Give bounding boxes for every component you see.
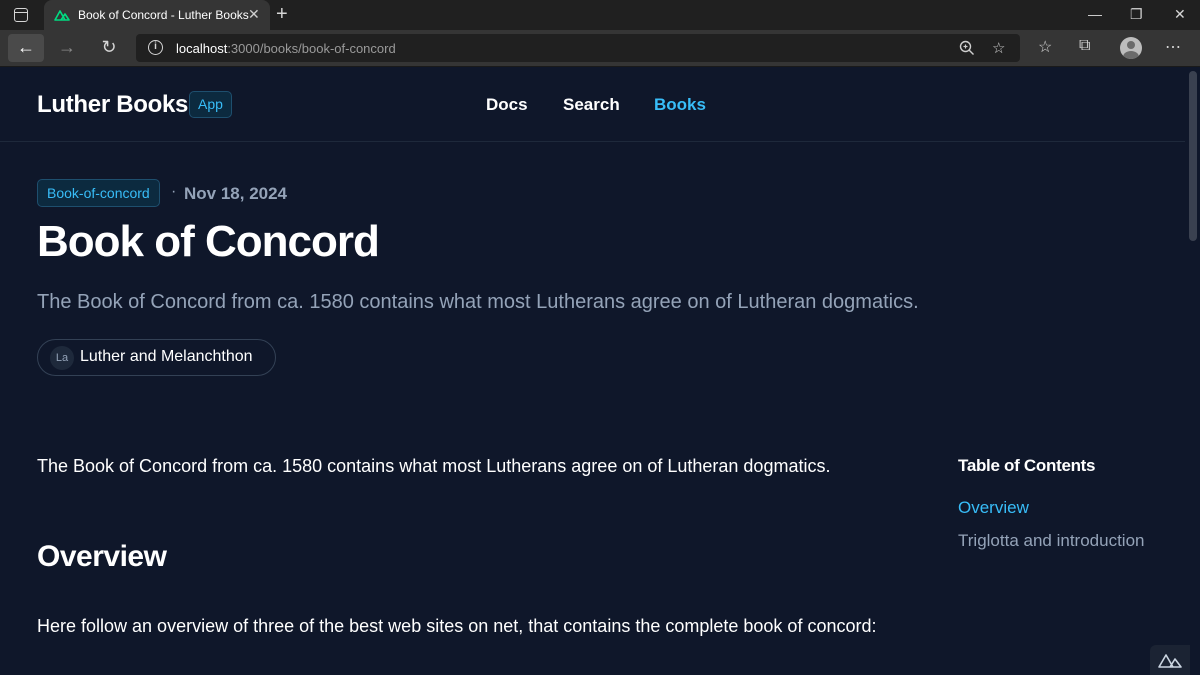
tab-actions-icon[interactable] xyxy=(14,8,28,22)
more-icon[interactable]: ⋯ xyxy=(1165,37,1181,57)
page-viewport: Luther Books App Docs Search Books Book-… xyxy=(0,67,1200,675)
scrollbar[interactable] xyxy=(1186,67,1200,675)
intro-paragraph: The Book of Concord from ca. 1580 contai… xyxy=(37,456,831,476)
author-name: Luther and Melanchthon xyxy=(80,348,253,365)
scrollbar-thumb[interactable] xyxy=(1189,71,1197,241)
add-favorite-icon[interactable]: ☆ xyxy=(992,39,1005,57)
new-tab-button[interactable]: + xyxy=(276,3,288,26)
nuxt-devtools-icon xyxy=(1158,654,1182,668)
app-badge: App xyxy=(189,91,232,118)
site-brand[interactable]: Luther Books xyxy=(37,91,188,119)
nav-search[interactable]: Search xyxy=(563,95,620,115)
favorites-icon[interactable]: ☆ xyxy=(1038,37,1052,57)
url-host: localhost xyxy=(176,41,228,56)
nuxt-devtools-button[interactable] xyxy=(1150,645,1190,675)
avatar: La xyxy=(50,346,74,370)
zoom-icon[interactable] xyxy=(959,40,975,56)
post-date: Nov 18, 2024 xyxy=(184,184,288,203)
profile-icon[interactable] xyxy=(1120,37,1142,59)
nuxt-favicon-icon xyxy=(54,10,70,21)
site-header: Luther Books App Docs Search Books xyxy=(0,67,1185,142)
page-title: Book of Concord xyxy=(37,217,380,266)
meta-separator: · xyxy=(171,183,177,200)
browser-toolbar: ← → ↻ i localhost:3000/books/book-of-con… xyxy=(0,30,1200,67)
browser-titlebar: Book of Concord - Luther Books ✕ + — ❐ ✕ xyxy=(0,0,1200,30)
overview-paragraph: Here follow an overview of three of the … xyxy=(37,616,877,636)
back-icon[interactable]: ← xyxy=(8,34,44,62)
url-path: :3000/books/book-of-concord xyxy=(227,41,396,56)
site-info-icon[interactable]: i xyxy=(148,40,163,55)
address-bar[interactable]: i localhost:3000/books/book-of-concord ☆ xyxy=(136,34,1020,62)
toc-item-triglotta[interactable]: Triglotta and introduction xyxy=(958,531,1148,551)
author-chip[interactable]: La Luther and Melanchthon xyxy=(37,339,276,376)
collections-icon[interactable]: ⧉ xyxy=(1079,37,1090,55)
toc-title: Table of Contents xyxy=(958,456,1096,475)
tab-close-icon[interactable]: ✕ xyxy=(248,6,260,23)
minimize-icon[interactable]: — xyxy=(1088,6,1102,22)
forward-icon[interactable]: → xyxy=(52,34,82,62)
tab-title: Book of Concord - Luther Books xyxy=(78,8,249,22)
nav-books[interactable]: Books xyxy=(654,95,706,115)
browser-tab[interactable]: Book of Concord - Luther Books ✕ xyxy=(44,0,270,30)
nav-docs[interactable]: Docs xyxy=(486,95,528,115)
reload-icon[interactable]: ↻ xyxy=(94,34,124,62)
category-badge[interactable]: Book-of-concord xyxy=(37,179,160,207)
close-icon[interactable]: ✕ xyxy=(1174,6,1186,23)
section-heading-overview: Overview xyxy=(37,540,167,573)
url-text[interactable]: localhost:3000/books/book-of-concord xyxy=(176,41,396,56)
toc-item-overview[interactable]: Overview xyxy=(958,498,1148,518)
restore-icon[interactable]: ❐ xyxy=(1130,6,1143,23)
page-description: The Book of Concord from ca. 1580 contai… xyxy=(37,291,919,313)
